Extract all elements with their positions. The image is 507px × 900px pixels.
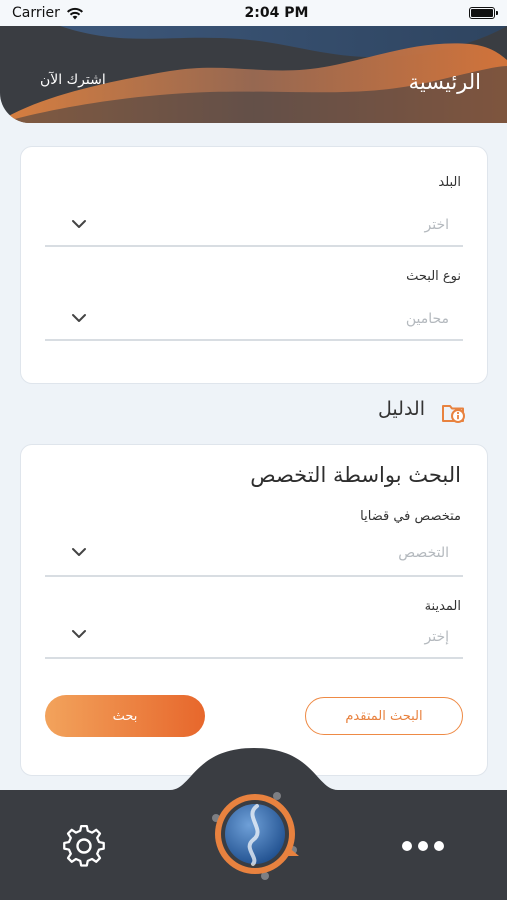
city-label: المدينة [424,599,461,614]
city-placeholder: إختر [424,629,450,645]
filter-card: البلد اختر نوع البحث محامين [20,146,488,384]
specialty-search-card: البحث بواسطة التخصص متخصص في قضايا التخص… [20,444,488,776]
specialty-label: متخصص في قضايا [360,509,461,524]
wifi-icon [66,7,83,19]
more-dot [418,841,428,851]
subscribe-link[interactable]: اشترك الآن [40,72,106,88]
country-select[interactable]: اختر [45,207,463,247]
specialty-select[interactable]: التخصص [45,537,463,577]
status-left: Carrier [12,5,84,21]
header: الرئيسية اشترك الآن [0,26,507,123]
advanced-search-button[interactable]: البحث المتقدم [305,697,463,735]
page-title: الرئيسية [408,70,481,94]
gear-icon[interactable] [62,824,106,868]
search-type-placeholder: محامين [405,311,449,327]
country-placeholder: اختر [424,217,450,233]
card-heading: البحث بواسطة التخصص [250,463,461,487]
chevron-down-icon [72,314,86,322]
chevron-down-icon [72,548,86,556]
city-select[interactable]: إختر [45,619,463,659]
chevron-down-icon [72,630,86,638]
logo-icon[interactable] [207,786,303,882]
search-button[interactable]: بحث [45,695,205,737]
carrier-label: Carrier [12,5,60,21]
search-type-select[interactable]: محامين [45,301,463,341]
more-dot [434,841,444,851]
battery-icon [469,7,498,19]
country-label: البلد [438,175,461,190]
directory-title: الدليل [378,398,425,420]
specialty-placeholder: التخصص [398,545,449,561]
folder-info-icon [442,405,465,423]
more-dot [402,841,412,851]
chevron-down-icon [72,220,86,228]
status-bar: Carrier 2:04 PM [0,0,507,26]
status-time: 2:04 PM [244,5,309,21]
more-icon[interactable] [402,838,448,854]
search-type-label: نوع البحث [406,269,461,284]
